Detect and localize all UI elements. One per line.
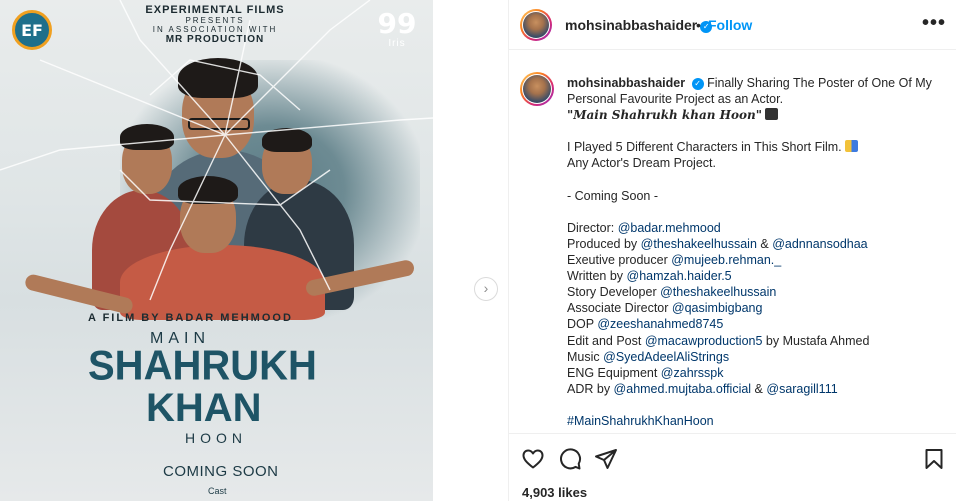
post-caption: mohsinabbashaider ✓ Finally Sharing The … bbox=[567, 75, 947, 429]
credit-role: Edit and Post bbox=[567, 333, 645, 348]
poster-title-hoon: HOON bbox=[185, 430, 247, 446]
footer-divider bbox=[509, 433, 956, 434]
header-username[interactable]: mohsinabbashaider ✓ bbox=[565, 17, 713, 33]
credit-line: Produced by @theshakeelhussain & @adnnan… bbox=[567, 236, 947, 252]
carousel-next-button[interactable]: › bbox=[474, 277, 498, 301]
iris-logo: 99 Iris bbox=[375, 7, 419, 50]
cast-text: Cast bbox=[208, 486, 227, 496]
credit-mention-link[interactable]: @theshakeelhussain bbox=[641, 237, 757, 251]
caption-avatar[interactable] bbox=[520, 72, 554, 106]
bookmark-icon bbox=[925, 449, 943, 469]
credit-role: DOP bbox=[567, 317, 598, 332]
avatar[interactable] bbox=[520, 9, 552, 41]
credit-line: ADR by @ahmed.mujtaba.official & @saragi… bbox=[567, 381, 947, 397]
credit-role: Story Developer bbox=[567, 285, 661, 300]
credit-mention-link[interactable]: @adnnansodhaa bbox=[772, 237, 867, 251]
credit-line: DOP @zeeshanahmed8745 bbox=[567, 316, 947, 332]
caption-intro-line-2: Personal Favourite Project as an Actor. bbox=[567, 92, 784, 107]
credit-role: Director: bbox=[567, 220, 618, 235]
credit-line: Story Developer @theshakeelhussain bbox=[567, 284, 947, 300]
presenter-name: EXPERIMENTAL FILMS bbox=[145, 4, 285, 16]
hashtag-link[interactable]: #MainShahrukhKhanHoon bbox=[567, 414, 714, 428]
credit-line: Director: @badar.mehmood bbox=[567, 220, 947, 236]
credit-line: Exeutive producer @mujeeb.rehman._ bbox=[567, 252, 947, 268]
credit-mention-link[interactable]: @zahrsspk bbox=[661, 366, 724, 380]
credit-role: Music bbox=[567, 349, 604, 364]
instagram-post-modal: EF 99 Iris EXPERIMENTAL FILMS PRESENTS I… bbox=[0, 0, 956, 501]
credit-line: Edit and Post @macawproduction5 by Musta… bbox=[567, 333, 947, 349]
credit-mention-link[interactable]: @zeeshanahmed8745 bbox=[597, 317, 723, 331]
credit-mention-link[interactable]: @qasimbigbang bbox=[672, 301, 763, 315]
credit-role: Associate Director bbox=[567, 301, 672, 316]
caption-intro-line-1: Finally Sharing The Poster of One Of My bbox=[707, 76, 932, 90]
caption-played-line: I Played 5 Different Characters in This … bbox=[567, 140, 842, 155]
share-icon bbox=[595, 449, 617, 469]
coming-soon-text: COMING SOON bbox=[163, 463, 279, 480]
heart-icon bbox=[522, 449, 544, 469]
presenter-block: EXPERIMENTAL FILMS PRESENTS IN ASSOCIATI… bbox=[130, 4, 300, 45]
like-button[interactable] bbox=[521, 447, 545, 471]
header-username-text[interactable]: mohsinabbashaider bbox=[565, 17, 697, 33]
credit-line: Music @SyedAdeelAliStrings bbox=[567, 349, 947, 365]
comment-button[interactable] bbox=[558, 447, 582, 471]
follow-button[interactable]: Follow bbox=[708, 17, 752, 33]
coproducer-name: MR PRODUCTION bbox=[165, 34, 265, 45]
credit-mention-link[interactable]: @saragill111 bbox=[766, 382, 837, 396]
credit-mention-link[interactable]: @macawproduction5 bbox=[645, 334, 763, 348]
credit-joiner: & bbox=[756, 236, 773, 251]
experimental-films-logo: EF bbox=[12, 10, 52, 50]
caption-film-title: "Main Shahrukh khan Hoon" bbox=[567, 108, 762, 123]
credit-role: Written by bbox=[567, 269, 627, 284]
post-image[interactable]: EF 99 Iris EXPERIMENTAL FILMS PRESENTS I… bbox=[0, 0, 433, 501]
column-divider bbox=[508, 0, 509, 501]
credit-joiner: & bbox=[751, 381, 767, 396]
post-header: mohsinabbashaider ✓ • Follow ••• bbox=[509, 0, 956, 50]
credit-line: ENG Equipment @zahrsspk bbox=[567, 365, 947, 381]
credit-mention-link[interactable]: @hamzah.haider.5 bbox=[627, 269, 732, 283]
iris-logo-mark: 99 bbox=[377, 7, 417, 40]
poster-title-khan: KHAN bbox=[146, 386, 262, 430]
credit-line: Associate Director @qasimbigbang bbox=[567, 300, 947, 316]
post-actions-bar bbox=[521, 447, 946, 471]
credit-joiner: by Mustafa Ahmed bbox=[762, 333, 870, 348]
credit-mention-link[interactable]: @ahmed.mujtaba.official bbox=[614, 382, 752, 396]
credit-role: Produced by bbox=[567, 236, 641, 251]
presents-text: PRESENTS bbox=[185, 16, 245, 25]
credit-mention-link[interactable]: @theshakeelhussain bbox=[660, 285, 776, 299]
poster-title-shahrukh: SHAHRUKH bbox=[88, 342, 317, 390]
credit-mention-link[interactable]: @mujeeb.rehman._ bbox=[671, 253, 781, 267]
caption-coming-soon: - Coming Soon - bbox=[567, 188, 659, 203]
clapperboard-icon bbox=[765, 108, 779, 121]
caption-username[interactable]: mohsinabbashaider bbox=[567, 76, 685, 90]
association-text: IN ASSOCIATION WITH bbox=[152, 25, 278, 34]
more-options-button[interactable]: ••• bbox=[922, 12, 946, 35]
share-button[interactable] bbox=[594, 447, 618, 471]
credit-line: Written by @hamzah.haider.5 bbox=[567, 268, 947, 284]
theater-masks-icon bbox=[845, 140, 859, 153]
credit-role: ADR by bbox=[567, 381, 614, 396]
credit-role: Exeutive producer bbox=[567, 253, 672, 268]
likes-count[interactable]: 4,903 likes bbox=[522, 485, 587, 500]
caption-dream-line: Any Actor's Dream Project. bbox=[567, 156, 716, 171]
save-button[interactable] bbox=[922, 447, 946, 471]
comment-icon bbox=[560, 448, 582, 470]
credit-mention-link[interactable]: @badar.mehmood bbox=[618, 221, 721, 235]
credit-mention-link[interactable]: @SyedAdeelAliStrings bbox=[603, 350, 729, 364]
separator-dot: • bbox=[696, 17, 701, 33]
chevron-right-icon: › bbox=[483, 280, 489, 296]
verified-badge-icon: ✓ bbox=[691, 78, 704, 90]
credit-role: ENG Equipment bbox=[567, 365, 661, 380]
film-by-text: A FILM BY BADAR MEHMOOD bbox=[88, 312, 293, 324]
